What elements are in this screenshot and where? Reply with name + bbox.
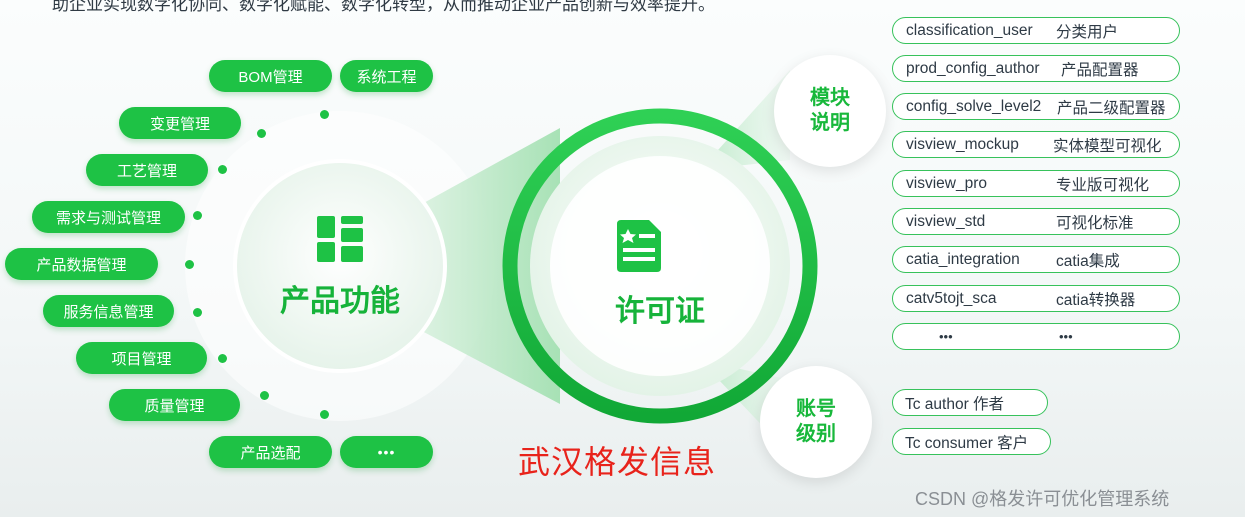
connector-dot (193, 211, 202, 220)
module-key: ••• (939, 329, 953, 344)
document-star-icon (617, 220, 661, 272)
module-item-more[interactable]: ••• ••• (892, 323, 1180, 350)
product-function-item[interactable]: 质量管理 (109, 389, 240, 421)
product-function-item[interactable]: 产品选配 (209, 436, 332, 468)
module-value: catia转换器 (1056, 291, 1136, 309)
product-function-item[interactable]: 系统工程 (340, 60, 433, 92)
product-function-item[interactable]: 项目管理 (76, 342, 207, 374)
module-item[interactable]: visview_mockup 实体模型可视化 (892, 131, 1180, 158)
more-items-button[interactable]: ••• (340, 436, 433, 468)
brand-name: 武汉格发信息 (518, 444, 717, 480)
module-value: 产品二级配置器 (1057, 99, 1166, 117)
watermark: CSDN @格发许可优化管理系统 (915, 489, 1170, 509)
module-key: catia_integration (906, 250, 1020, 268)
module-key: prod_config_author (906, 59, 1040, 77)
account-level-item[interactable]: Tc author 作者 (892, 389, 1048, 416)
module-item[interactable]: visview_std 可视化标准 (892, 208, 1180, 235)
module-value: 实体模型可视化 (1053, 137, 1162, 155)
module-title-line1: 模块 (810, 87, 850, 109)
module-value: 专业版可视化 (1056, 176, 1150, 194)
module-key: config_solve_level2 (906, 97, 1042, 115)
connector-dot (257, 129, 266, 138)
product-function-item[interactable]: 服务信息管理 (43, 295, 174, 327)
module-item[interactable]: catia_integration catia集成 (892, 246, 1180, 273)
product-function-item[interactable]: 变更管理 (119, 107, 241, 139)
product-function-item[interactable]: BOM管理 (209, 60, 332, 92)
connector-dot (320, 410, 329, 419)
module-key: visview_mockup (906, 135, 1019, 153)
product-function-item[interactable]: 需求与测试管理 (32, 201, 185, 233)
module-key: visview_std (906, 212, 986, 230)
connector-dot (320, 110, 329, 119)
module-item[interactable]: visview_pro 专业版可视化 (892, 170, 1180, 197)
module-item[interactable]: catv5tojt_sca catia转换器 (892, 285, 1180, 312)
connector-dot (185, 260, 194, 269)
product-function-item[interactable]: 产品数据管理 (5, 248, 158, 280)
account-title-line2: 级别 (796, 423, 836, 445)
module-value: 可视化标准 (1056, 214, 1134, 232)
account-level-item[interactable]: Tc consumer 客户 (892, 428, 1051, 455)
connector-dot (260, 391, 269, 400)
module-title-line2: 说明 (810, 112, 850, 134)
product-function-title: 产品功能 (280, 285, 400, 318)
module-description-badge: 模块 说明 (774, 55, 886, 167)
license-title: 许可证 (615, 295, 705, 328)
module-key: classification_user (906, 21, 1033, 39)
module-key: catv5tojt_sca (906, 289, 997, 307)
account-level-badge: 账号 级别 (760, 366, 872, 478)
module-item[interactable]: config_solve_level2 产品二级配置器 (892, 93, 1180, 120)
connector-dot (218, 354, 227, 363)
module-key: visview_pro (906, 174, 987, 192)
connector-dot (193, 308, 202, 317)
connector-dot (218, 165, 227, 174)
grid-layout-icon (317, 216, 363, 262)
product-function-item[interactable]: 工艺管理 (86, 154, 208, 186)
module-item[interactable]: classification_user 分类用户 (892, 17, 1180, 44)
module-item[interactable]: prod_config_author 产品配置器 (892, 55, 1180, 82)
module-value: catia集成 (1056, 252, 1120, 270)
module-value: ••• (1059, 329, 1073, 344)
module-value: 产品配置器 (1061, 61, 1139, 79)
account-title-line1: 账号 (796, 398, 836, 420)
module-value: 分类用户 (1056, 23, 1119, 41)
